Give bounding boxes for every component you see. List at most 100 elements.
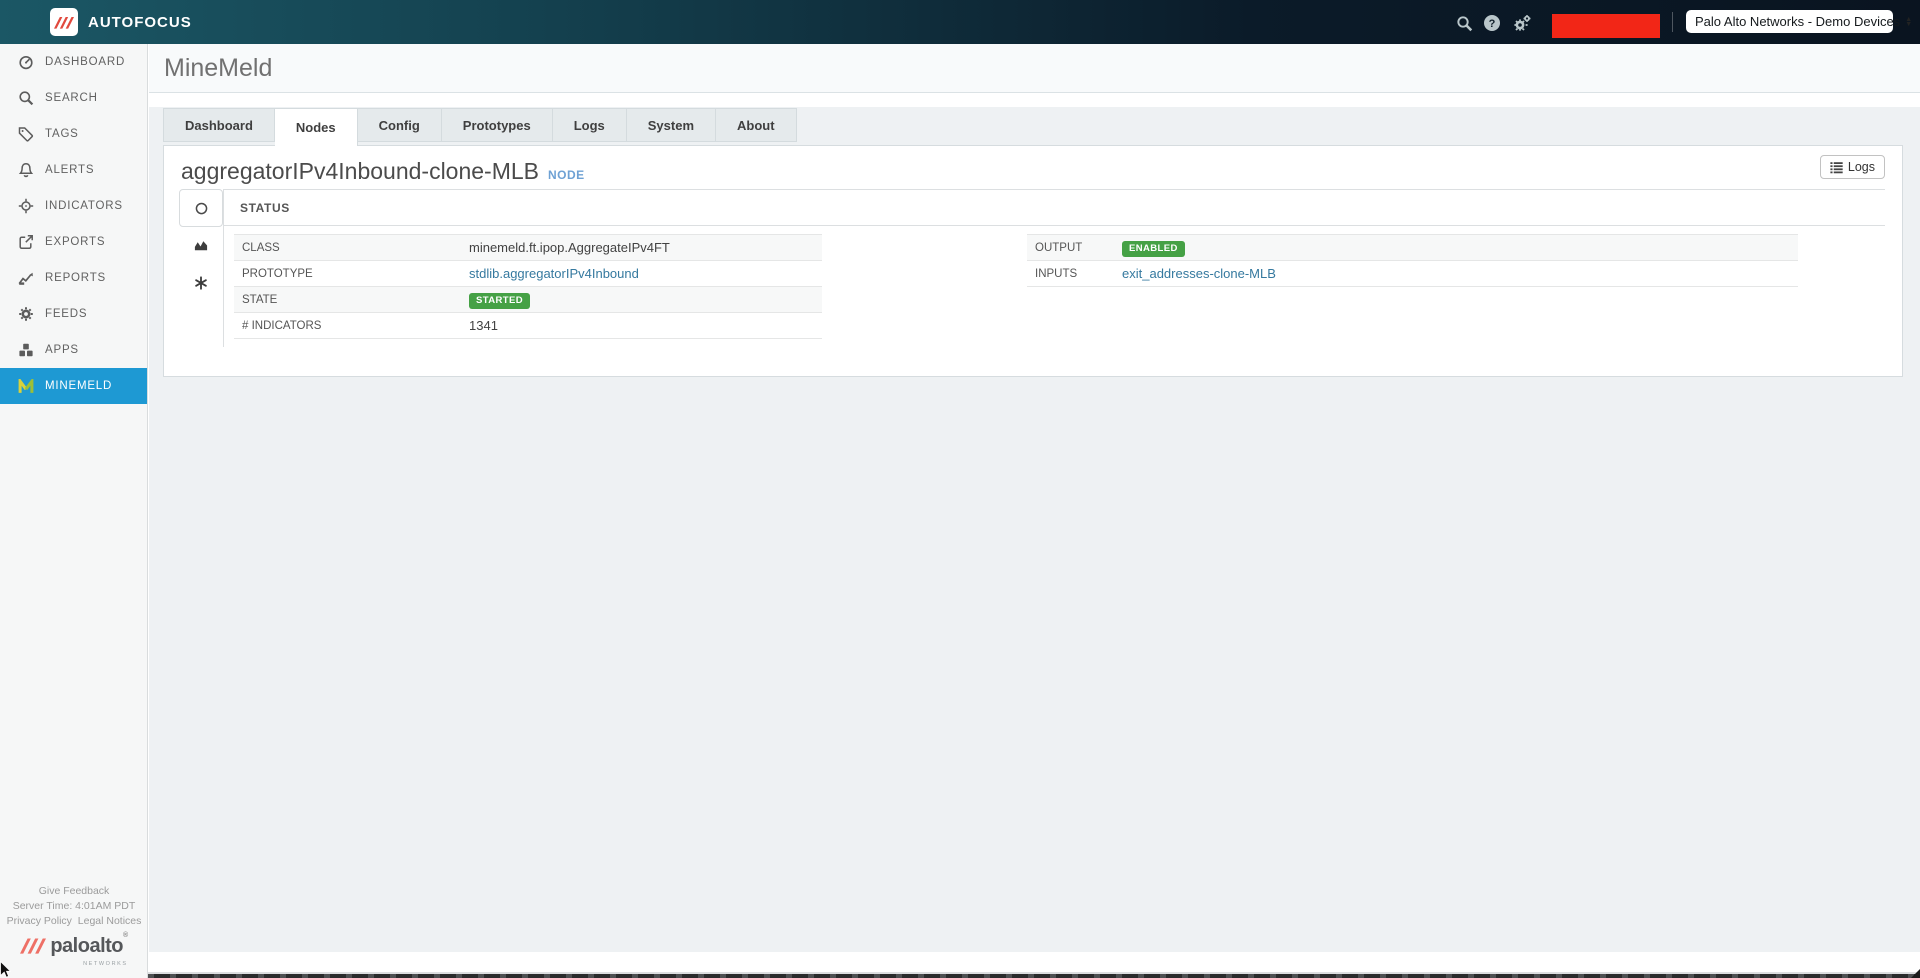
row-label: PROTOTYPE [234,268,469,280]
sidebar-item-label: MINEMELD [45,380,112,392]
table-row: # INDICATORS 1341 [234,313,822,339]
sidebar-item-label: TAGS [45,128,79,140]
gears-icon[interactable] [1512,13,1532,33]
status-table-left: CLASS minemeld.ft.ipop.AggregateIPv4FT P… [234,234,822,339]
search-icon[interactable] [1454,13,1474,33]
asterisk-icon [194,276,208,290]
sidebar: DASHBOARD SEARCH TAGS [0,44,148,978]
sidebar-item-reports[interactable]: REPORTS [0,260,147,296]
tab-prototypes[interactable]: Prototypes [442,108,553,142]
paloalto-networks-logo: paloalto® NETWORKS [0,934,148,972]
crosshairs-icon [17,198,34,215]
sidebar-item-alerts[interactable]: ALERTS [0,152,147,188]
status-icon-rail [179,189,223,301]
autofocus-logo [50,8,78,36]
search-icon [17,90,34,107]
sidebar-item-label: REPORTS [45,272,106,284]
minemeld-m-icon [17,378,34,395]
node-detail-card: aggregatorIPv4Inbound-clone-MLB NODE Log… [163,145,1903,377]
privacy-policy-link[interactable]: Privacy Policy [7,915,72,927]
topbar-divider [1672,12,1673,32]
node-type-badge: NODE [548,168,585,182]
server-time: Server Time: 4:01AM PDT [0,899,148,914]
tag-icon [17,126,34,143]
device-selector-value: Palo Alto Networks - Demo Devices [1695,14,1900,29]
sidebar-item-minemeld[interactable]: MINEMELD [0,368,147,404]
tab-logs[interactable]: Logs [553,108,627,142]
svg-text:?: ? [1489,18,1496,30]
sidebar-item-feeds[interactable]: FEEDS [0,296,147,332]
sidebar-item-label: SEARCH [45,92,98,104]
paloalto-mark-icon [54,15,74,29]
topbar: AUTOFOCUS ? Palo Alto Networks - Demo De… [0,0,1920,44]
sidebar-item-label: EXPORTS [45,236,105,248]
line-chart-icon [17,270,34,287]
row-value: 1341 [469,318,498,333]
stats-tab[interactable] [179,227,223,264]
status-tab[interactable] [179,189,223,227]
user-menu-redacted[interactable] [1552,14,1660,38]
values-tab[interactable] [179,264,223,301]
page-title: MineMeld [164,54,272,83]
mouse-cursor [0,961,11,978]
status-content: STATUS CLASS minemeld.ft.ipop.AggregateI… [223,189,1885,347]
sidebar-item-label: DASHBOARD [45,56,125,68]
sidebar-item-exports[interactable]: EXPORTS [0,224,147,260]
tab-area: Dashboard Nodes Config Prototypes Logs S… [149,107,1920,952]
row-label: INPUTS [1027,268,1122,280]
row-value: minemeld.ft.ipop.AggregateIPv4FT [469,240,670,255]
sidebar-item-label: ALERTS [45,164,94,176]
inputs-link[interactable]: exit_addresses-clone-MLB [1122,266,1276,281]
brand-title: AUTOFOCUS [88,0,192,44]
table-row: OUTPUT ENABLED [1027,235,1798,261]
circle-icon [194,201,209,216]
sidebar-item-label: INDICATORS [45,200,123,212]
table-row: CLASS minemeld.ft.ipop.AggregateIPv4FT [234,235,822,261]
tab-dashboard[interactable]: Dashboard [163,108,275,142]
cubes-icon [17,342,34,359]
screen: AUTOFOCUS ? Palo Alto Networks - Demo De… [0,0,1920,978]
give-feedback-link[interactable]: Give Feedback [39,885,110,897]
tab-config[interactable]: Config [358,108,442,142]
status-table-right: OUTPUT ENABLED INPUTS exit_addresses-clo… [1027,234,1798,339]
row-label: # INDICATORS [234,320,469,332]
main-content: MineMeld Dashboard Nodes Config Prototyp… [149,44,1920,978]
status-section-title: STATUS [224,190,1885,226]
area-chart-icon [193,238,209,253]
tab-bar: Dashboard Nodes Config Prototypes Logs S… [149,108,1920,142]
select-arrows-icon: ▲▼ [1900,17,1912,27]
sidebar-item-tags[interactable]: TAGS [0,116,147,152]
prototype-link[interactable]: stdlib.aggregatorIPv4Inbound [469,266,639,281]
sidebar-item-indicators[interactable]: INDICATORS [0,188,147,224]
table-row: PROTOTYPE stdlib.aggregatorIPv4Inbound [234,261,822,287]
table-row: INPUTS exit_addresses-clone-MLB [1027,261,1798,287]
tab-nodes[interactable]: Nodes [275,108,358,146]
sidebar-item-dashboard[interactable]: DASHBOARD [0,44,147,80]
sidebar-item-search[interactable]: SEARCH [0,80,147,116]
tab-system[interactable]: System [627,108,716,142]
device-selector[interactable]: Palo Alto Networks - Demo Devices ▲▼ [1686,10,1893,33]
help-icon[interactable]: ? [1482,13,1502,33]
table-row: STATE STARTED [234,287,822,313]
external-link-icon [17,234,34,251]
node-header: aggregatorIPv4Inbound-clone-MLB NODE Log… [164,146,1902,189]
status-panel: STATUS CLASS minemeld.ft.ipop.AggregateI… [179,189,1885,347]
page-header: MineMeld [149,44,1920,93]
tab-about[interactable]: About [716,108,797,142]
resize-grip-icon [1911,969,1920,978]
bottom-edge-strip [0,972,1920,978]
sidebar-item-label: APPS [45,344,79,356]
logs-button[interactable]: Logs [1820,155,1885,179]
sidebar-item-label: FEEDS [45,308,87,320]
row-label: CLASS [234,242,469,254]
state-badge: STARTED [469,293,530,309]
legal-notices-link[interactable]: Legal Notices [78,915,142,927]
dashboard-icon [17,54,34,71]
output-badge: ENABLED [1122,241,1185,257]
bell-icon [17,162,34,179]
row-label: OUTPUT [1027,242,1122,254]
list-icon [1830,161,1843,174]
row-label: STATE [234,294,469,306]
node-title: aggregatorIPv4Inbound-clone-MLB [181,156,539,186]
sidebar-item-apps[interactable]: APPS [0,332,147,368]
